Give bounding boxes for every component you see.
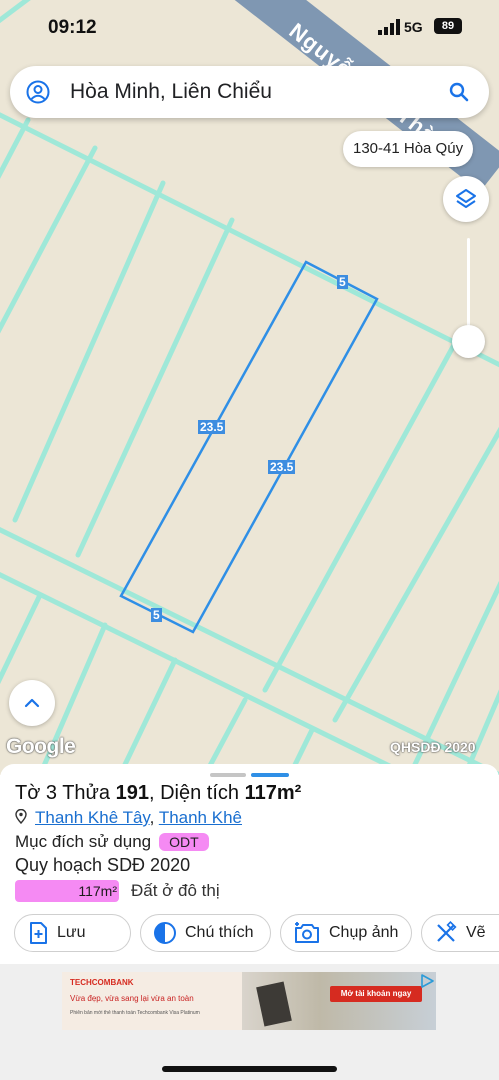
action-row: Lưu Chú thích Chụp ảnh Vẽ (0, 914, 499, 954)
home-indicator (162, 1066, 337, 1072)
add-bookmark-icon (30, 922, 47, 944)
opacity-slider-thumb[interactable] (452, 325, 485, 358)
legend-description: Đất ở đô thị (131, 881, 220, 900)
dimension-label-bottom: 5 (151, 608, 162, 622)
ad-brand: TECHCOMBANK (70, 978, 134, 987)
take-photo-button[interactable]: Chụp ảnh (280, 914, 412, 952)
save-label: Lưu (57, 924, 86, 941)
draw-button[interactable]: Vẽ (421, 914, 499, 952)
purpose-line: Mục đích sử dụng ODT (15, 832, 209, 852)
map-view[interactable]: Nguyễn Tất Thành 5 23.5 23.5 5 09:12 5G … (0, 0, 499, 775)
sheet-handle-right[interactable] (251, 773, 289, 777)
sheet-handle-left[interactable] (210, 773, 246, 777)
title-mid: , Diện tích (149, 782, 245, 804)
map-layer-label: QHSDĐ 2020 (390, 739, 476, 755)
ward-link[interactable]: Thanh Khê Tây (35, 808, 150, 827)
search-input[interactable]: Hòa Minh, Liên Chiểu (70, 80, 447, 104)
save-button[interactable]: Lưu (14, 914, 131, 952)
selected-parcel-outline (119, 260, 379, 634)
parcel-title: Tờ 3 Thửa 191, Diện tích 117m² (15, 782, 301, 805)
network-type: 5G (404, 19, 423, 35)
expand-sheet-button[interactable] (9, 680, 55, 726)
purpose-label: Mục đích sử dụng (15, 832, 152, 851)
layers-icon (456, 189, 476, 208)
title-prefix: Tờ 3 Thửa (15, 782, 116, 804)
parcel-area: 117m² (244, 782, 302, 804)
ad-banner[interactable]: TECHCOMBANK Vừa đẹp, vừa sang lại vừa an… (62, 972, 436, 1030)
camera-icon (295, 922, 319, 943)
annotation-label: Chú thích (185, 924, 254, 941)
plan-label: Quy hoạch SDĐ 2020 (15, 855, 191, 875)
contrast-icon (154, 922, 176, 944)
status-bar: 09:12 5G 89 (0, 0, 499, 50)
ad-subline: Phiên bản mới thẻ thanh toán Techcombank… (70, 1010, 200, 1016)
ad-headline: Vừa đẹp, vừa sang lại vừa an toàn (70, 994, 194, 1003)
ad-cta-button[interactable]: Mở tài khoản ngay (330, 986, 422, 1002)
location-pin-icon (15, 808, 27, 825)
purpose-code-badge: ODT (159, 833, 209, 851)
chevron-up-icon (24, 698, 40, 708)
layers-button[interactable] (443, 176, 489, 222)
google-logo: Google (6, 735, 76, 758)
draw-label: Vẽ (466, 924, 486, 941)
ad-info-icon[interactable] (420, 974, 434, 988)
location-line: Thanh Khê Tây, Thanh Khê (15, 808, 242, 828)
take-photo-label: Chụp ảnh (329, 924, 399, 941)
parcel-info-sheet: Tờ 3 Thửa 191, Diện tích 117m² Thanh Khê… (0, 764, 499, 964)
signal-icon (378, 19, 400, 35)
legend-swatch: 117m² (15, 880, 119, 902)
annotation-button[interactable]: Chú thích (140, 914, 271, 952)
search-icon[interactable] (447, 80, 471, 104)
dimension-label-top: 5 (337, 275, 348, 289)
status-time: 09:12 (48, 17, 97, 38)
battery-indicator: 89 (434, 18, 462, 34)
place-chip[interactable]: 130-41 Hòa Qúy (343, 131, 474, 167)
parcel-number: 191 (115, 782, 149, 804)
account-icon[interactable] (26, 80, 50, 104)
dimension-label-left: 23.5 (198, 420, 226, 434)
draw-tools-icon (437, 921, 457, 942)
district-link[interactable]: Thanh Khê (159, 808, 242, 827)
location-separator: , (149, 808, 159, 827)
legend-line: 117m² Đất ở đô thị (15, 880, 220, 904)
search-bar[interactable]: Hòa Minh, Liên Chiểu (10, 66, 489, 118)
dimension-label-right: 23.5 (268, 460, 296, 474)
